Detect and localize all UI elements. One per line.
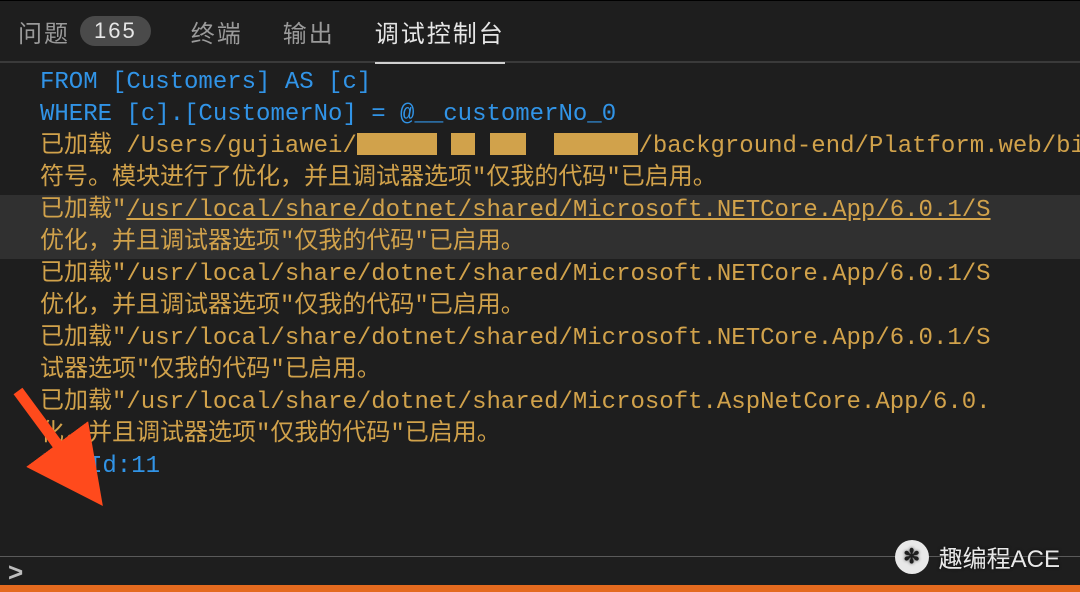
console-line-opt-2: 优化，并且调试器选项"仅我的代码"已启用。 [40,291,1080,323]
console-line-loaded-netcore-1: 已加载"/usr/local/share/dotnet/shared/Micro… [40,195,1080,227]
path-text: /usr/local/share/dotnet/shared/Microsoft… [126,389,990,416]
tab-debug-console-label: 调试控制台 [375,14,505,49]
user-path-post: /background-end/Platform.web/bi [638,133,1080,160]
console-line-loaded-netcore-3: 已加载"/usr/local/share/dotnet/shared/Micro… [40,323,1080,355]
loaded-prefix: 已加载 [40,389,112,416]
redaction-block [451,133,475,155]
console-user-id: 用户Id:11 [40,451,1080,483]
panel-tabs: 问题 165 终端 输出 调试控制台 [0,1,1080,63]
user-path-pre: /Users/gujiawei/ [112,133,357,160]
quote: " [112,325,126,352]
console-line-opt-hua: 化，并且调试器选项"仅我的代码"已启用。 [40,419,1080,451]
path-link[interactable]: /usr/local/share/dotnet/shared/Microsoft… [126,197,990,224]
console-sql-where: WHERE [c].[CustomerNo] = @__customerNo_0 [40,99,1080,131]
redaction-block [357,133,437,155]
tab-output[interactable]: 输出 [283,0,335,62]
path-text: /usr/local/share/dotnet/shared/Microsoft… [126,325,990,352]
watermark-text: 趣编程ACE [939,539,1060,574]
tab-problems-label: 问题 [18,14,70,49]
wechat-icon: ✻ [895,540,929,574]
console-line-loaded-user: 已加载 /Users/gujiawei/ /background-end/Pla… [40,131,1080,163]
tab-debug-console[interactable]: 调试控制台 [375,0,505,62]
tab-problems[interactable]: 问题 165 [18,0,151,62]
tab-terminal[interactable]: 终端 [191,0,243,62]
tab-output-label: 输出 [283,14,335,49]
console-line-opt-short: 试器选项"仅我的代码"已启用。 [40,355,1080,387]
quote: " [112,389,126,416]
loaded-prefix: 已加载 [40,197,112,224]
loaded-prefix: 已加载 [40,133,112,160]
bottom-accent-bar [0,585,1080,592]
console-line-opt-1: 优化，并且调试器选项"仅我的代码"已启用。 [40,227,1080,259]
console-line-loaded-netcore-2: 已加载"/usr/local/share/dotnet/shared/Micro… [40,259,1080,291]
problems-badge: 165 [80,16,151,46]
quote: " [112,261,126,288]
redaction-block [490,133,526,155]
console-sql-from: FROM [Customers] AS [c] [40,67,1080,99]
console-line-loaded-aspnet: 已加载"/usr/local/share/dotnet/shared/Micro… [40,387,1080,419]
loaded-prefix: 已加载 [40,261,112,288]
debug-console-output[interactable]: FROM [Customers] AS [c] WHERE [c].[Custo… [0,63,1080,557]
redaction-block [578,133,638,155]
tab-terminal-label: 终端 [191,14,243,49]
path-text: /usr/local/share/dotnet/shared/Microsoft… [126,261,990,288]
watermark: ✻ 趣编程ACE [895,539,1060,574]
quote: " [112,197,126,224]
console-line-suffix-symbol: 符号。模块进行了优化，并且调试器选项"仅我的代码"已启用。 [40,163,1080,195]
loaded-prefix: 已加载 [40,325,112,352]
redaction-block [554,133,578,155]
